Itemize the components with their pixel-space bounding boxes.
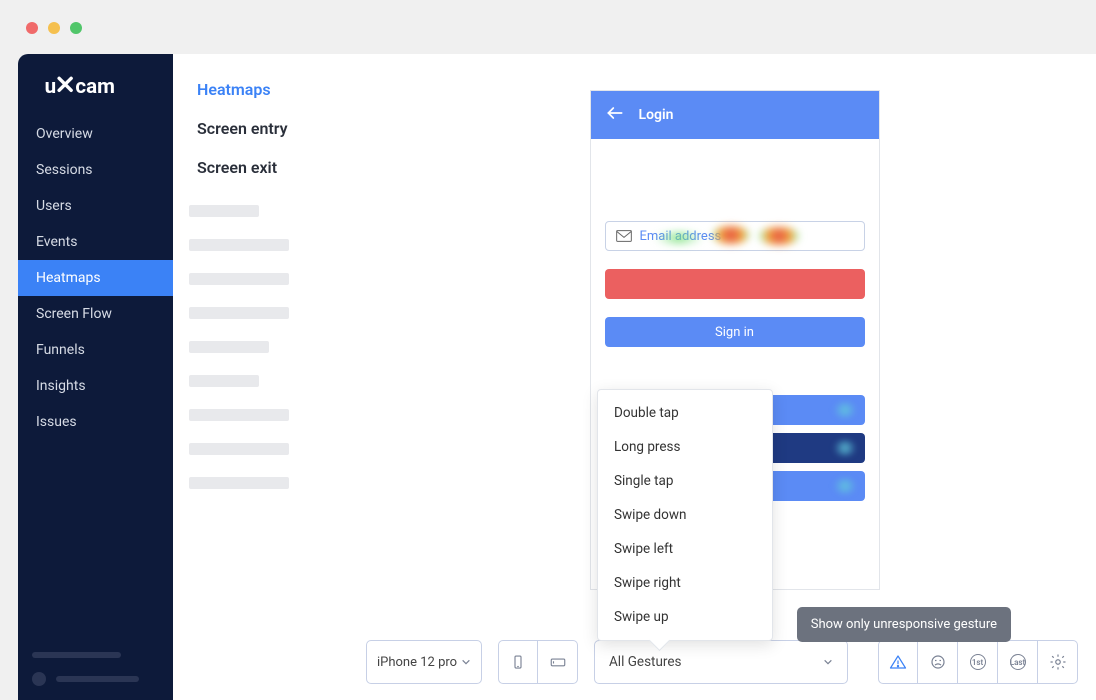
tooltip-unresponsive: Show only unresponsive gesture — [797, 607, 1011, 642]
subnav-screen-entry[interactable]: Screen entry — [189, 109, 373, 148]
gesture-dropdown[interactable]: Double tap Long press Single tap Swipe d… — [597, 389, 773, 641]
sidebar-footer — [18, 638, 173, 700]
unresponsive-gesture-button[interactable] — [878, 640, 918, 684]
gesture-option[interactable]: Swipe down — [598, 498, 772, 532]
svg-text:cam: cam — [75, 75, 115, 98]
sidebar-item-overview[interactable]: Overview — [18, 116, 173, 152]
gesture-filter-select[interactable]: All Gestures — [594, 640, 848, 684]
email-input[interactable]: Email address — [605, 221, 865, 251]
rage-gesture-button[interactable] — [918, 640, 958, 684]
gesture-option[interactable]: Long press — [598, 430, 772, 464]
gesture-option[interactable]: Swipe up — [598, 600, 772, 634]
gesture-option[interactable]: Swipe right — [598, 566, 772, 600]
sidebar-avatar[interactable] — [32, 672, 46, 686]
window-close-dot[interactable] — [26, 22, 38, 34]
orientation-group — [498, 640, 578, 684]
subnav-screen-exit[interactable]: Screen exit — [189, 148, 373, 187]
sidebar-item-insights[interactable]: Insights — [18, 368, 173, 404]
sidebar-item-issues[interactable]: Issues — [18, 404, 173, 440]
bottom-toolbar: iPhone 12 pro All Gestures 1st Last — [366, 640, 1078, 684]
settings-button[interactable] — [1038, 640, 1078, 684]
heatmap-blob — [833, 478, 857, 494]
sidebar-item-funnels[interactable]: Funnels — [18, 332, 173, 368]
sidebar-footer-skeleton — [32, 652, 121, 658]
mail-icon — [616, 227, 632, 246]
heatmap-blob — [833, 440, 857, 456]
sidebar-item-sessions[interactable]: Sessions — [18, 152, 173, 188]
device-select-label: iPhone 12 pro — [377, 655, 457, 670]
sidebar-item-events[interactable]: Events — [18, 224, 173, 260]
signin-button[interactable]: Sign in — [605, 317, 865, 347]
toolbar-icon-group: 1st Last — [878, 640, 1078, 684]
heatmap-blob — [712, 226, 750, 244]
subnav-heatmaps[interactable]: Heatmaps — [189, 70, 373, 109]
orientation-landscape-button[interactable] — [538, 640, 578, 684]
device-screen-title: Login — [639, 107, 674, 123]
orientation-portrait-button[interactable] — [498, 640, 538, 684]
subnav: Heatmaps Screen entry Screen exit — [173, 54, 373, 700]
first-icon: 1st — [970, 654, 986, 670]
gesture-option[interactable]: Swipe left — [598, 532, 772, 566]
heatmap-blob — [833, 402, 857, 418]
first-gesture-button[interactable]: 1st — [958, 640, 998, 684]
heatmap-blob — [652, 232, 706, 244]
window-minimize-dot[interactable] — [48, 22, 60, 34]
error-button[interactable] — [605, 269, 865, 299]
chevron-down-icon — [823, 657, 833, 667]
heatmap-blob — [758, 227, 800, 245]
sidebar-username-skeleton — [56, 676, 139, 682]
gesture-filter-label: All Gestures — [609, 654, 681, 670]
brand-logo: u cam — [18, 68, 173, 116]
back-arrow-icon[interactable] — [605, 103, 625, 127]
device-header: Login — [591, 91, 879, 139]
sidebar: u cam Overview Sessions Users Events Hea… — [18, 54, 173, 700]
sidebar-item-heatmaps[interactable]: Heatmaps — [18, 260, 173, 296]
svg-text:u: u — [44, 75, 56, 98]
device-select[interactable]: iPhone 12 pro — [366, 640, 482, 684]
chevron-down-icon — [461, 657, 471, 667]
last-gesture-button[interactable]: Last — [998, 640, 1038, 684]
window-maximize-dot[interactable] — [70, 22, 82, 34]
last-icon: Last — [1010, 654, 1026, 670]
sidebar-item-screen-flow[interactable]: Screen Flow — [18, 296, 173, 332]
app-panel: u cam Overview Sessions Users Events Hea… — [18, 54, 1096, 700]
window-traffic-lights — [26, 22, 82, 34]
gesture-option[interactable]: Double tap — [598, 396, 772, 430]
sidebar-item-users[interactable]: Users — [18, 188, 173, 224]
subnav-skeleton-list — [189, 205, 373, 489]
gesture-option[interactable]: Single tap — [598, 464, 772, 498]
